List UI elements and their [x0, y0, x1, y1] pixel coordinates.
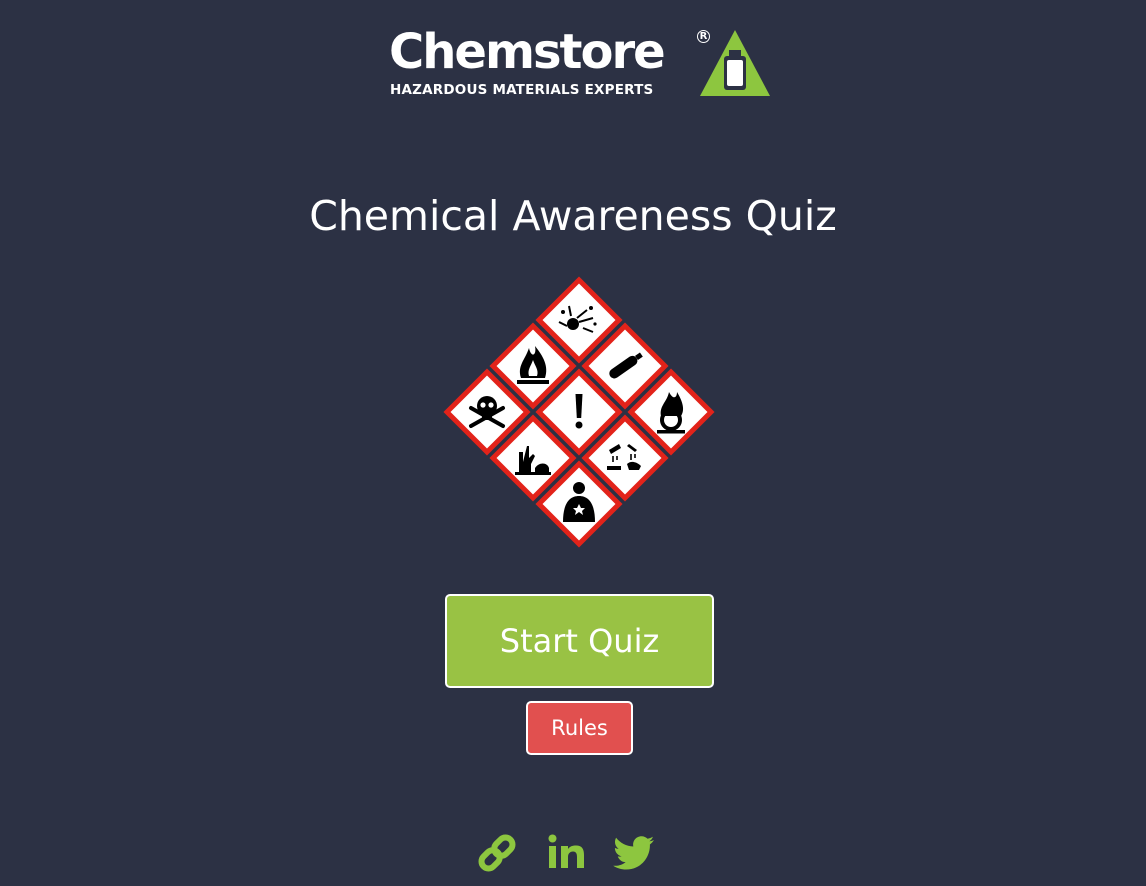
page-title: Chemical Awareness Quiz — [309, 192, 837, 240]
rules-button[interactable]: Rules — [526, 701, 633, 755]
chemstore-logo: Chemstore R HAZARDOUS MATERIALS EXPERTS — [389, 24, 770, 100]
quiz-start-page: Chemstore R HAZARDOUS MATERIALS EXPERTS … — [0, 0, 1146, 886]
twitter-icon[interactable] — [612, 830, 658, 876]
linkedin-icon[interactable] — [545, 830, 591, 876]
link-icon[interactable] — [474, 830, 520, 876]
logo-wordmark: Chemstore — [389, 24, 666, 80]
start-quiz-button[interactable]: Start Quiz — [445, 594, 714, 688]
logo-tagline: HAZARDOUS MATERIALS EXPERTS — [390, 82, 654, 98]
social-links — [0, 830, 1146, 880]
ghs-hazard-pictograms — [443, 276, 715, 548]
logo-triangle-icon — [700, 30, 770, 96]
